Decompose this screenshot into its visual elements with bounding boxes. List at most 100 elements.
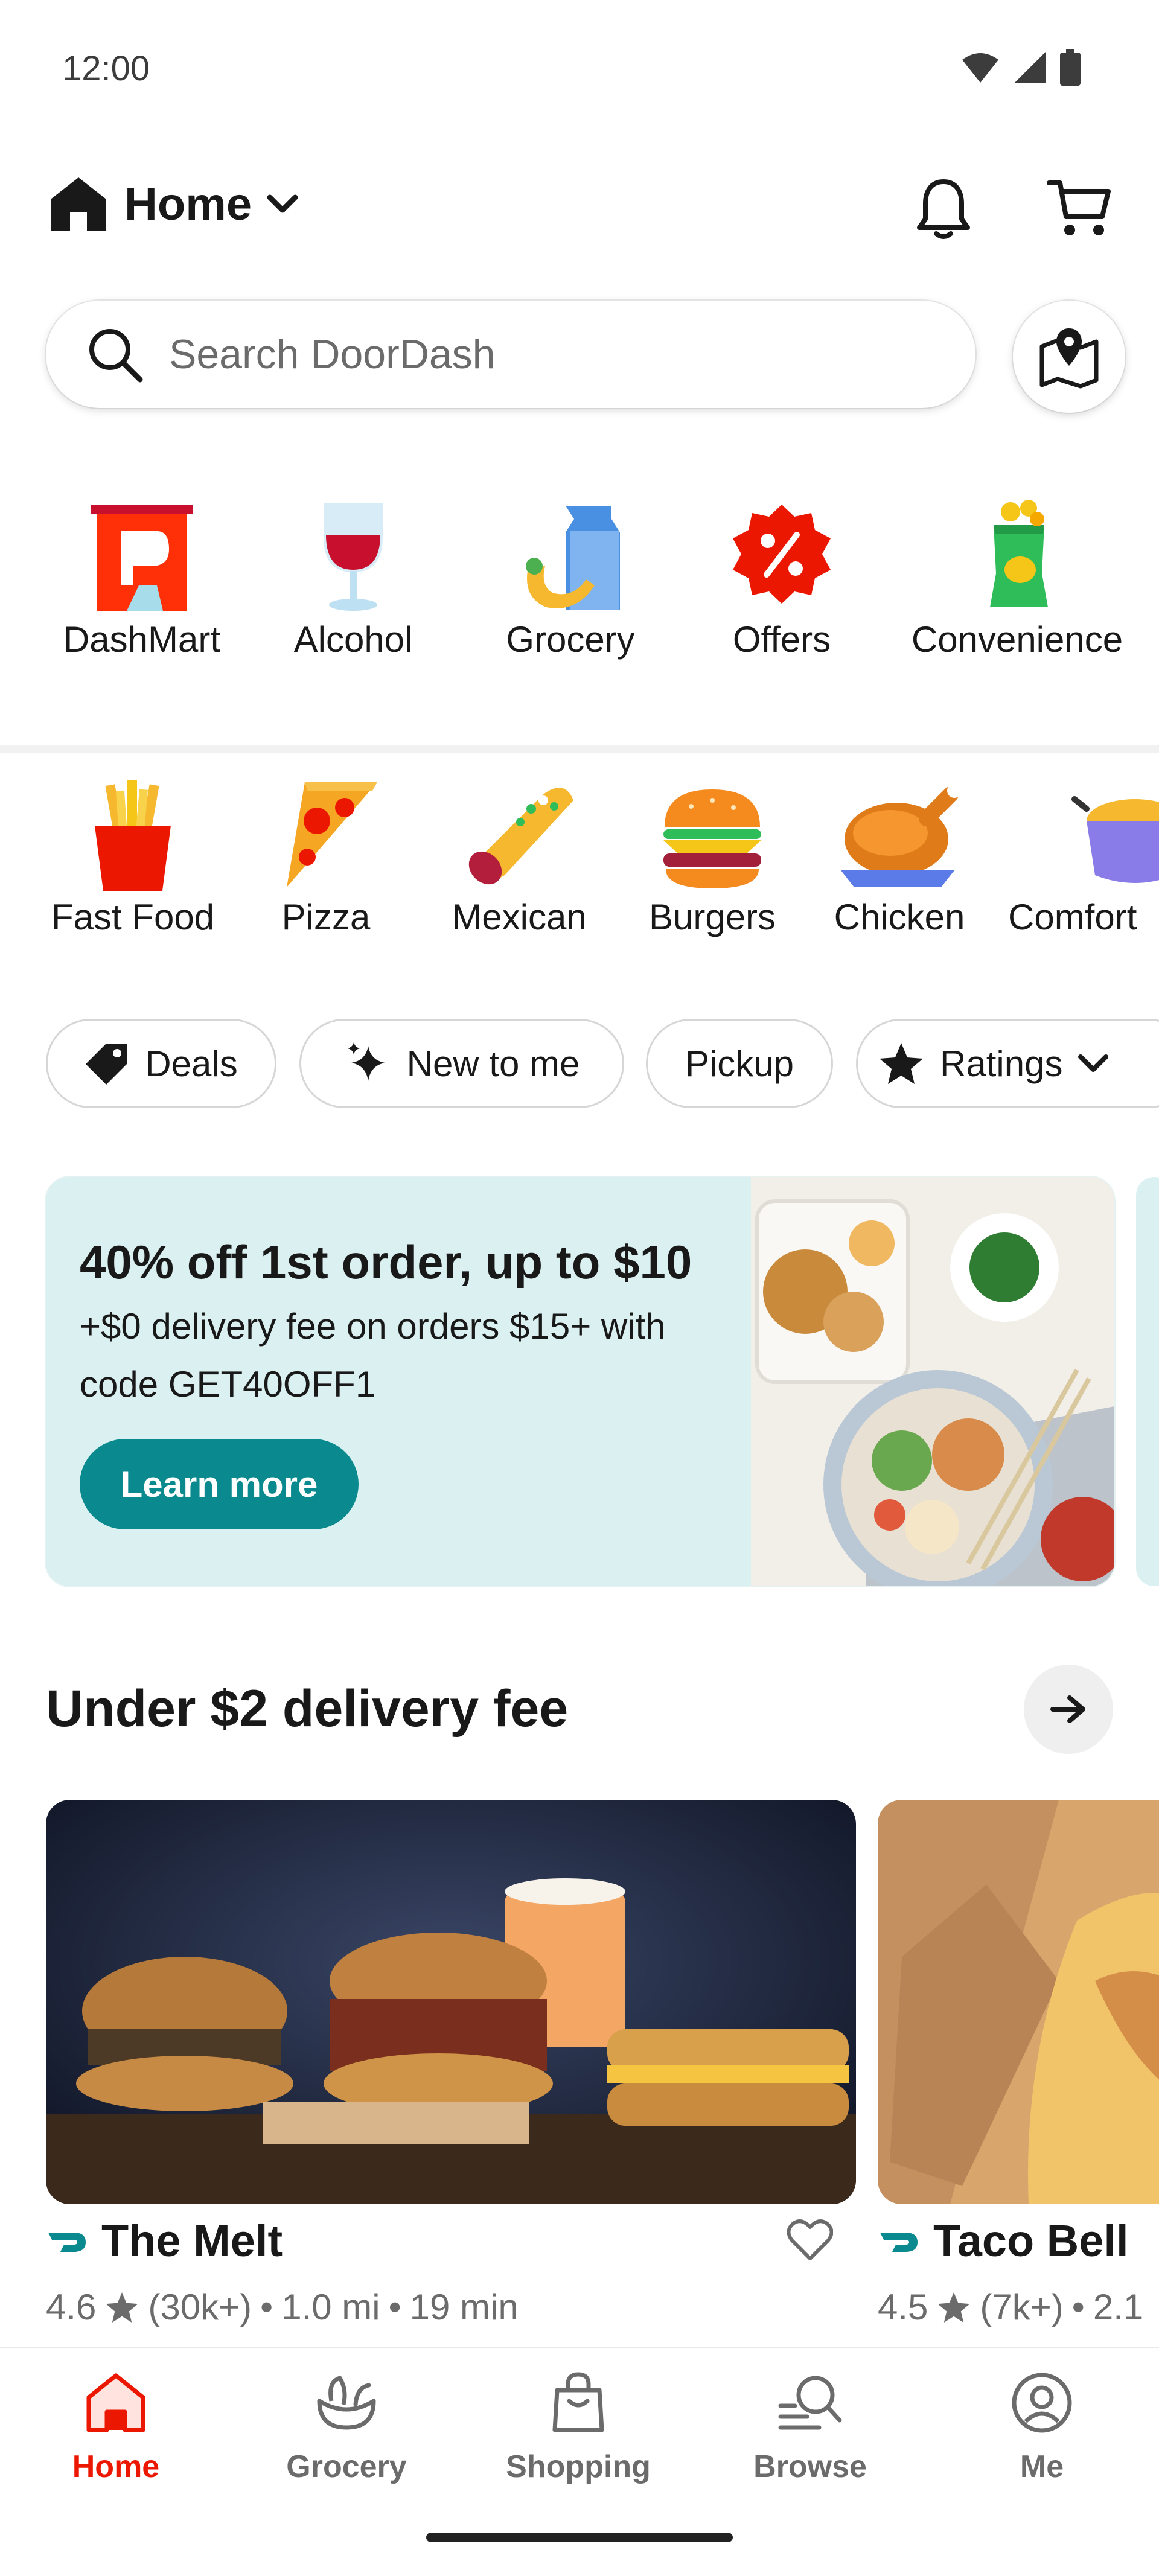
- nav-home[interactable]: Home: [25, 2370, 206, 2485]
- search-placeholder: Search DoorDash: [169, 331, 496, 377]
- meta-separator: •: [388, 2287, 401, 2327]
- see-all-arrow-button[interactable]: [1024, 1665, 1113, 1754]
- store-distance: 1.0 mi: [281, 2287, 380, 2327]
- address-label: Home: [124, 178, 252, 230]
- home-address-icon: [51, 177, 106, 231]
- section-title: Under $2 delivery fee: [46, 1680, 569, 1738]
- address-selector[interactable]: Home: [48, 175, 298, 233]
- gesture-home-bar[interactable]: [426, 2533, 733, 2542]
- favorite-button[interactable]: [787, 2219, 834, 2264]
- mac-and-cheese-icon: [1071, 796, 1159, 883]
- store-distance: 2.1: [1093, 2287, 1144, 2327]
- nav-label: Me: [1020, 2449, 1064, 2484]
- battery-icon: [1060, 49, 1081, 86]
- chevron-down-icon: [1078, 1054, 1109, 1072]
- nav-label: Grocery: [286, 2449, 407, 2484]
- burrito-icon: [468, 788, 573, 885]
- filter-chip-ratings[interactable]: Ratings: [856, 1019, 1159, 1108]
- filter-chip-pickup[interactable]: Pickup: [646, 1019, 833, 1108]
- nav-label: Browse: [753, 2449, 867, 2484]
- cart-button[interactable]: [1047, 175, 1113, 241]
- cuisine-fast-food[interactable]: Fast Food: [36, 773, 229, 938]
- star-icon: [880, 1043, 923, 1084]
- signal-icon: [1014, 52, 1046, 83]
- chevron-down-icon: [267, 194, 298, 213]
- store-name: The Melt: [101, 2216, 283, 2266]
- category-label: Convenience: [911, 619, 1123, 660]
- promo-banner[interactable]: 40% off 1st order, up to $10 +$0 deliver…: [46, 1177, 1114, 1586]
- map-pin-icon: [1039, 328, 1099, 389]
- arrow-right-icon: [1050, 1695, 1085, 1723]
- category-label: Offers: [732, 619, 831, 660]
- bell-icon: [917, 179, 970, 239]
- store-image-taco-bell[interactable]: [878, 1800, 1159, 2204]
- category-label: DashMart: [63, 619, 221, 660]
- home-icon: [86, 2373, 145, 2432]
- search-bar[interactable]: Search DoorDash: [46, 301, 975, 408]
- next-promo-banner[interactable]: [1136, 1177, 1159, 1586]
- category-alcohol[interactable]: Alcohol: [254, 495, 453, 660]
- cuisine-mexican[interactable]: Mexican: [423, 773, 616, 938]
- section-divider: [0, 745, 1159, 753]
- cuisine-burgers[interactable]: Burgers: [616, 773, 809, 938]
- browse-search-icon: [778, 2376, 842, 2430]
- map-button[interactable]: [1013, 301, 1125, 413]
- cuisine-comfort[interactable]: Comfort: [1002, 773, 1159, 938]
- category-offers[interactable]: Offers: [688, 495, 875, 660]
- pizza-slice-icon: [287, 782, 377, 887]
- filter-label: New to me: [406, 1043, 580, 1084]
- filter-chip-new-to-me[interactable]: New to me: [299, 1019, 624, 1108]
- nav-grocery[interactable]: Grocery: [256, 2370, 437, 2485]
- filter-label: Pickup: [685, 1043, 794, 1084]
- category-label: Alcohol: [293, 619, 413, 660]
- dashmart-icon: [91, 505, 193, 611]
- store-name: Taco Bell: [933, 2216, 1129, 2266]
- notifications-button[interactable]: [910, 175, 977, 241]
- cuisine-label: Chicken: [834, 897, 965, 937]
- category-convenience[interactable]: Convenience: [893, 495, 1141, 660]
- store-name-row[interactable]: The Melt: [46, 2215, 283, 2266]
- filter-chip-deals[interactable]: Deals: [46, 1019, 276, 1108]
- sparkle-icon: [347, 1042, 385, 1081]
- store-rating: 4.6: [46, 2287, 97, 2327]
- dashpass-icon: [880, 2232, 918, 2252]
- store-reviews: (7k+): [980, 2287, 1064, 2327]
- cuisine-label: Burgers: [648, 897, 776, 937]
- roast-chicken-icon: [841, 783, 962, 887]
- store-name-row[interactable]: Taco Bell: [878, 2215, 1129, 2266]
- nav-shopping[interactable]: Shopping: [488, 2370, 669, 2485]
- status-time: 12:00: [62, 49, 150, 88]
- store-meta: 4.6 (30k+) • 1.0 mi • 19 min: [46, 2286, 519, 2328]
- promo-subtitle: +$0 delivery fee on orders $15+ with cod…: [80, 1306, 666, 1404]
- account-icon: [1012, 2373, 1072, 2433]
- category-grocery[interactable]: Grocery: [471, 495, 670, 660]
- category-dashmart[interactable]: DashMart: [36, 495, 247, 660]
- tag-icon: [86, 1044, 127, 1085]
- cuisine-chicken[interactable]: Chicken: [809, 773, 990, 938]
- promo-title: 40% off 1st order, up to $10: [80, 1235, 692, 1289]
- wifi-icon: [962, 53, 998, 83]
- nav-label: Home: [72, 2449, 160, 2484]
- learn-more-button[interactable]: Learn more: [80, 1439, 359, 1529]
- cuisine-label: Pizza: [281, 897, 371, 937]
- store-time: 19 min: [409, 2287, 519, 2327]
- cuisine-pizza[interactable]: Pizza: [241, 773, 410, 938]
- store-image-the-melt[interactable]: [46, 1800, 856, 2204]
- nav-label: Shopping: [506, 2449, 651, 2484]
- status-icons: [961, 49, 1081, 86]
- nav-me[interactable]: Me: [951, 2370, 1132, 2485]
- store-reviews: (30k+): [148, 2287, 252, 2327]
- star-icon: [106, 2292, 138, 2323]
- filter-label: Ratings: [940, 1043, 1063, 1084]
- cuisine-label: Fast Food: [51, 897, 215, 937]
- chips-bag-icon: [990, 500, 1048, 607]
- dashpass-icon: [48, 2232, 86, 2252]
- meta-separator: •: [260, 2287, 273, 2327]
- nav-browse[interactable]: Browse: [720, 2370, 901, 2485]
- cuisine-label: Comfort: [1008, 897, 1137, 937]
- category-label: Grocery: [506, 619, 635, 660]
- meta-separator: •: [1071, 2287, 1085, 2327]
- star-icon: [937, 2292, 970, 2323]
- filter-label: Deals: [145, 1043, 238, 1084]
- search-icon: [89, 329, 143, 383]
